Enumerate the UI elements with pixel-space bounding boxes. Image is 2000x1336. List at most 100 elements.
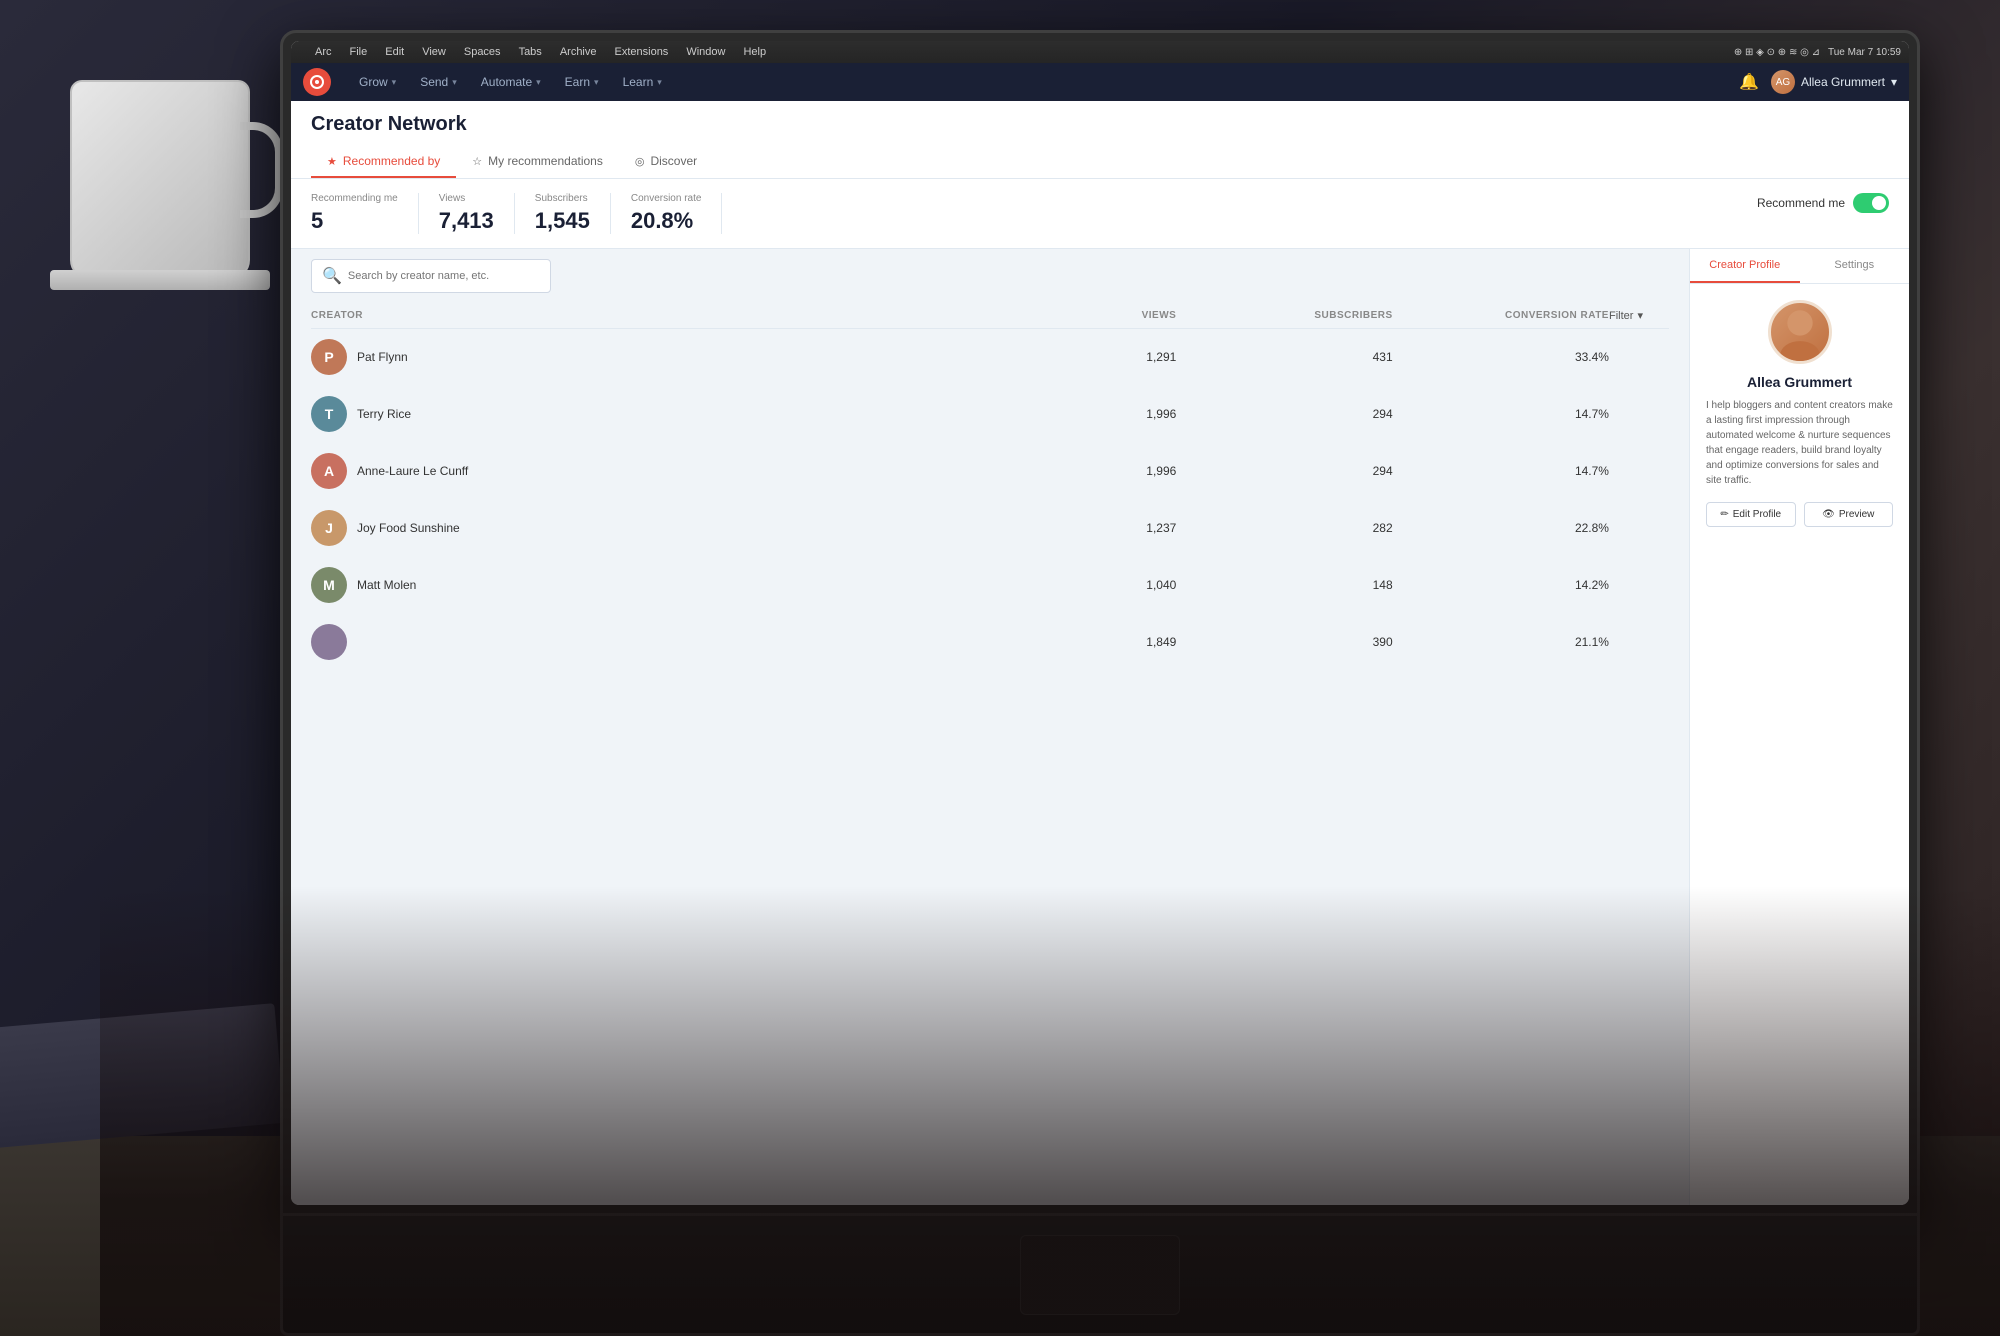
nav-right: 🔔 AG Allea Grummert ▾ bbox=[1739, 70, 1897, 94]
creator-name: Joy Food Sunshine bbox=[357, 521, 460, 535]
tab-settings[interactable]: Settings bbox=[1800, 249, 1910, 283]
recommended-by-icon: ★ bbox=[327, 155, 337, 168]
menu-extensions[interactable]: Extensions bbox=[611, 46, 673, 58]
table-row[interactable]: M Matt Molen 1,040 148 14.2% bbox=[311, 557, 1669, 614]
screen: Arc File Edit View Spaces Tabs Archive E… bbox=[291, 41, 1909, 1205]
app-navbar: Grow ▾ Send ▾ Automate ▾ Earn ▾ bbox=[291, 63, 1909, 101]
menu-edit[interactable]: Edit bbox=[381, 46, 408, 58]
profile-bio: I help bloggers and content creators mak… bbox=[1706, 398, 1893, 488]
cell-views: 1,237 bbox=[960, 521, 1176, 535]
preview-button[interactable]: 👁 Preview bbox=[1804, 502, 1894, 527]
filter-chevron-icon: ▾ bbox=[1637, 309, 1643, 322]
profile-tabs: Creator Profile Settings bbox=[1690, 249, 1909, 284]
views-label: Views bbox=[439, 193, 494, 204]
recommending-me-label: Recommending me bbox=[311, 193, 398, 204]
search-wrapper[interactable]: 🔍 bbox=[311, 259, 551, 293]
creator-info: T Terry Rice bbox=[311, 396, 960, 432]
stat-recommending-me: Recommending me 5 bbox=[311, 193, 419, 234]
stat-views: Views 7,413 bbox=[419, 193, 515, 234]
table-header: Creator Views Subscribers Conversion Rat… bbox=[311, 303, 1669, 329]
creator-name: Matt Molen bbox=[357, 578, 416, 592]
search-icon: 🔍 bbox=[322, 266, 342, 286]
nav-send[interactable]: Send ▾ bbox=[408, 63, 469, 101]
subscribers-value: 1,545 bbox=[535, 208, 590, 234]
menu-spaces[interactable]: Spaces bbox=[460, 46, 505, 58]
cell-views: 1,040 bbox=[960, 578, 1176, 592]
search-input[interactable] bbox=[348, 270, 540, 282]
table-row[interactable]: 1,849 390 21.1% bbox=[311, 614, 1669, 671]
page-title: Creator Network bbox=[311, 113, 1889, 136]
stats-row: Recommending me 5 Views 7,413 Subscriber… bbox=[291, 179, 1909, 249]
creator-info: M Matt Molen bbox=[311, 567, 960, 603]
cell-views: 1,291 bbox=[960, 350, 1176, 364]
creator-name: Anne-Laure Le Cunff bbox=[357, 464, 468, 478]
edit-profile-button[interactable]: ✏ Edit Profile bbox=[1706, 502, 1796, 527]
tab-recommended-by[interactable]: ★ Recommended by bbox=[311, 146, 456, 178]
send-chevron: ▾ bbox=[452, 77, 457, 88]
col-header-creator: Creator bbox=[311, 310, 960, 321]
learn-chevron: ▾ bbox=[657, 77, 662, 88]
col-header-subscribers: Subscribers bbox=[1176, 310, 1392, 321]
recommend-toggle-switch[interactable] bbox=[1853, 193, 1889, 213]
tab-discover[interactable]: ◎ Discover bbox=[619, 146, 713, 178]
cell-subscribers: 294 bbox=[1176, 407, 1392, 421]
user-menu[interactable]: AG Allea Grummert ▾ bbox=[1771, 70, 1897, 94]
menu-view[interactable]: View bbox=[418, 46, 450, 58]
profile-avatar bbox=[1768, 300, 1832, 364]
tab-creator-profile[interactable]: Creator Profile bbox=[1690, 249, 1800, 283]
discover-icon: ◎ bbox=[635, 155, 645, 168]
creator-info bbox=[311, 624, 960, 660]
search-row: 🔍 bbox=[291, 249, 1689, 303]
macos-status-bar: ⊕ ⊞ ◈ ⊙ ⊕ ≋ ◎ ⊿ Tue Mar 7 10:59 bbox=[1734, 47, 1901, 58]
main-area: 🔍 Creator Views Subscribers bbox=[291, 249, 1909, 1205]
tab-my-recommendations[interactable]: ☆ My recommendations bbox=[456, 146, 619, 178]
menu-file[interactable]: File bbox=[346, 46, 372, 58]
tab-my-recommendations-label: My recommendations bbox=[488, 154, 603, 168]
grow-chevron: ▾ bbox=[392, 77, 397, 88]
trackpad[interactable] bbox=[1020, 1235, 1180, 1315]
keyboard-base bbox=[280, 1216, 1920, 1336]
stat-subscribers: Subscribers 1,545 bbox=[515, 193, 611, 234]
creator-avatar: M bbox=[311, 567, 347, 603]
profile-panel: Creator Profile Settings bbox=[1689, 249, 1909, 1205]
nav-learn[interactable]: Learn ▾ bbox=[611, 63, 674, 101]
cell-subscribers: 282 bbox=[1176, 521, 1392, 535]
filter-button[interactable]: Filter ▾ bbox=[1609, 309, 1643, 322]
creator-avatar: T bbox=[311, 396, 347, 432]
nav-automate[interactable]: Automate ▾ bbox=[469, 63, 553, 101]
col-header-filter: Filter ▾ bbox=[1609, 309, 1669, 322]
cell-conversion: 22.8% bbox=[1393, 521, 1609, 535]
cell-views: 1,996 bbox=[960, 407, 1176, 421]
user-avatar: AG bbox=[1771, 70, 1795, 94]
tab-discover-label: Discover bbox=[650, 154, 697, 168]
screen-content: Arc File Edit View Spaces Tabs Archive E… bbox=[291, 41, 1909, 1205]
cell-conversion: 33.4% bbox=[1393, 350, 1609, 364]
nav-earn[interactable]: Earn ▾ bbox=[553, 63, 611, 101]
creator-table: Creator Views Subscribers Conversion Rat… bbox=[291, 303, 1689, 1205]
nav-grow[interactable]: Grow ▾ bbox=[347, 63, 408, 101]
creator-avatar bbox=[311, 624, 347, 660]
menu-help[interactable]: Help bbox=[739, 46, 770, 58]
app-logo[interactable] bbox=[303, 68, 331, 96]
notification-bell-icon[interactable]: 🔔 bbox=[1739, 72, 1759, 92]
menu-window[interactable]: Window bbox=[682, 46, 729, 58]
left-panel: 🔍 Creator Views Subscribers bbox=[291, 249, 1689, 1205]
cell-views: 1,996 bbox=[960, 464, 1176, 478]
table-row[interactable]: A Anne-Laure Le Cunff 1,996 294 14.7% bbox=[311, 443, 1669, 500]
cell-conversion: 21.1% bbox=[1393, 635, 1609, 649]
cell-conversion: 14.7% bbox=[1393, 464, 1609, 478]
table-row[interactable]: T Terry Rice 1,996 294 14.7% bbox=[311, 386, 1669, 443]
recommend-me-label: Recommend me bbox=[1757, 196, 1845, 210]
menu-tabs[interactable]: Tabs bbox=[515, 46, 546, 58]
menu-archive[interactable]: Archive bbox=[556, 46, 601, 58]
creator-info: J Joy Food Sunshine bbox=[311, 510, 960, 546]
cell-views: 1,849 bbox=[960, 635, 1176, 649]
main-content: Creator Network ★ Recommended by ☆ My re… bbox=[291, 101, 1909, 1205]
table-row[interactable]: J Joy Food Sunshine 1,237 282 22.8% bbox=[311, 500, 1669, 557]
creator-name: Pat Flynn bbox=[357, 350, 408, 364]
table-row[interactable]: P Pat Flynn 1,291 431 33.4% bbox=[311, 329, 1669, 386]
user-name: Allea Grummert bbox=[1801, 75, 1885, 89]
cell-subscribers: 294 bbox=[1176, 464, 1392, 478]
profile-actions: ✏ Edit Profile 👁 Preview bbox=[1706, 502, 1893, 527]
menu-arc[interactable]: Arc bbox=[311, 46, 336, 58]
